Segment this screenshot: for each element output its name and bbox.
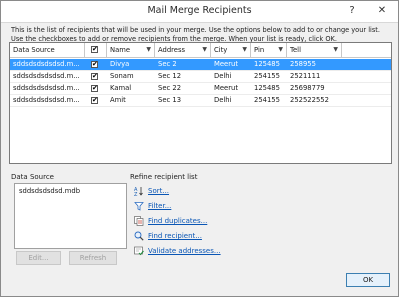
cell-city: Delhi: [214, 96, 232, 104]
include-checkbox[interactable]: ✔: [91, 85, 98, 92]
cell-city: Meerut: [214, 60, 238, 68]
cell-pin: 125485: [254, 60, 280, 68]
cell-data-source: sddsdsdsdsdsd.m...: [13, 96, 80, 104]
validate-addresses-link[interactable]: Validate addresses...: [148, 247, 221, 255]
include-checkbox[interactable]: ✔: [91, 97, 98, 104]
table-row[interactable]: sddsdsdsdsdsd.m... ✔ Sonam Sec 12 Delhi …: [10, 71, 391, 83]
column-header-city[interactable]: City ▼: [211, 43, 251, 57]
cell-data-source: sddsdsdsdsdsd.m...: [13, 72, 80, 80]
cell-city: Meerut: [214, 84, 238, 92]
cell-pin: 254155: [254, 96, 280, 104]
column-header-label: Address: [158, 46, 186, 54]
cell-pin: 125485: [254, 84, 280, 92]
dialog-title: Mail Merge Recipients: [147, 5, 252, 16]
cell-name: Amit: [110, 96, 126, 104]
cell-name: Sonam: [110, 72, 134, 80]
cell-address: Sec 12: [158, 72, 182, 80]
svg-text:Z: Z: [134, 192, 138, 196]
recipients-grid[interactable]: Data Source ✔ Name ▼ Address ▼ City ▼ Pi…: [9, 42, 392, 164]
close-button[interactable]: ✕: [375, 4, 389, 17]
cell-tell: 25698779: [290, 84, 325, 92]
column-header-tell[interactable]: Tell ▼: [287, 43, 342, 57]
chevron-down-icon[interactable]: ▼: [333, 43, 338, 57]
column-header-label: Data Source: [13, 46, 55, 54]
column-header-pin[interactable]: Pin ▼: [251, 43, 287, 57]
cell-pin: 254155: [254, 72, 280, 80]
cell-name: Kamal: [110, 84, 132, 92]
find-duplicates-link[interactable]: Find duplicates...: [148, 217, 207, 225]
ok-button[interactable]: OK: [346, 273, 390, 287]
title-bar: Mail Merge Recipients ? ✕: [1, 1, 398, 23]
table-row[interactable]: sddsdsdsdsdsd.m... ✔ Divya Sec 2 Meerut …: [10, 59, 391, 71]
data-source-heading: Data Source: [11, 173, 54, 181]
chevron-down-icon[interactable]: ▼: [278, 43, 283, 57]
sort-link[interactable]: Sort...: [148, 187, 169, 195]
cell-tell: 252522552: [290, 96, 329, 104]
column-header-label: Name: [110, 46, 131, 54]
column-header-data-source[interactable]: Data Source: [10, 43, 85, 57]
cell-name: Divya: [110, 60, 130, 68]
cell-data-source: sddsdsdsdsdsd.m...: [13, 60, 80, 68]
include-checkbox[interactable]: ✔: [91, 61, 98, 68]
validate-addresses-icon: [134, 246, 144, 256]
cell-city: Delhi: [214, 72, 232, 80]
column-header-name[interactable]: Name ▼: [107, 43, 155, 57]
grid-header: Data Source ✔ Name ▼ Address ▼ City ▼ Pi…: [10, 43, 391, 58]
select-all-checkbox[interactable]: ✔: [91, 46, 98, 53]
refresh-button[interactable]: Refresh: [69, 251, 117, 265]
include-checkbox[interactable]: ✔: [91, 73, 98, 80]
mail-merge-recipients-dialog: Mail Merge Recipients ? ✕ This is the li…: [0, 0, 399, 297]
column-header-address[interactable]: Address ▼: [155, 43, 211, 57]
cell-data-source: sddsdsdsdsdsd.m...: [13, 84, 80, 92]
column-header-label: City: [214, 46, 228, 54]
filter-icon: [134, 202, 144, 211]
find-recipient-icon: [134, 231, 144, 241]
cell-address: Sec 22: [158, 84, 182, 92]
cell-tell: 2521111: [290, 72, 321, 80]
instructions-text: This is the list of recipients that will…: [11, 26, 380, 43]
find-recipient-link[interactable]: Find recipient...: [148, 232, 202, 240]
find-duplicates-icon: [134, 216, 144, 226]
refine-heading: Refine recipient list: [130, 173, 198, 181]
edit-button[interactable]: Edit...: [16, 251, 61, 265]
data-source-item[interactable]: sddsdsdsdsd.mdb: [19, 187, 80, 195]
cell-address: Sec 13: [158, 96, 182, 104]
chevron-down-icon[interactable]: ▼: [146, 43, 151, 57]
chevron-down-icon[interactable]: ▼: [202, 43, 207, 57]
cell-address: Sec 2: [158, 60, 177, 68]
column-header-label: Tell: [290, 46, 301, 54]
sort-icon: A Z: [134, 187, 143, 196]
table-row[interactable]: sddsdsdsdsdsd.m... ✔ Kamal Sec 22 Meerut…: [10, 83, 391, 95]
filter-link[interactable]: Filter...: [148, 202, 171, 210]
table-row[interactable]: sddsdsdsdsdsd.m... ✔ Amit Sec 13 Delhi 2…: [10, 95, 391, 107]
help-button[interactable]: ?: [345, 4, 359, 17]
data-source-list[interactable]: sddsdsdsdsd.mdb: [14, 183, 127, 249]
chevron-down-icon[interactable]: ▼: [242, 43, 247, 57]
column-header-label: Pin: [254, 46, 265, 54]
column-header-include[interactable]: ✔: [85, 43, 107, 57]
cell-tell: 258955: [290, 60, 316, 68]
